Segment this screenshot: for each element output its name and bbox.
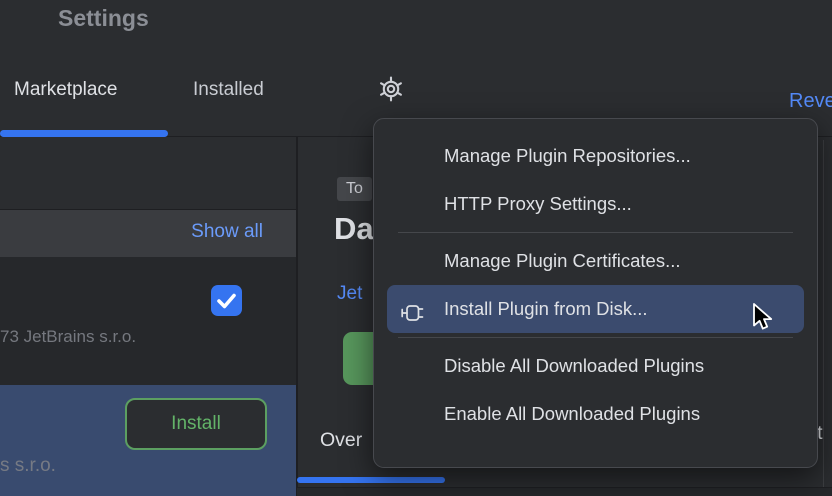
plugin-vendor-link[interactable]: Jet: [337, 283, 362, 305]
plugin-checkbox[interactable]: [211, 285, 242, 316]
panel-vertical-divider: [296, 137, 298, 496]
show-all-link[interactable]: Show all: [191, 221, 263, 243]
plugin-detail-title: Da: [334, 211, 374, 247]
gear-dropdown-menu: Manage Plugin Repositories... HTTP Proxy…: [373, 118, 818, 468]
show-all-row[interactable]: Show all: [0, 210, 296, 257]
menu-separator: [398, 337, 793, 338]
settings-window: Settings Marketplace Installed Reve Show…: [0, 0, 832, 496]
plugin-tag-badge[interactable]: To: [337, 177, 372, 201]
menu-item-manage-plugin-certificates[interactable]: Manage Plugin Certificates...: [374, 237, 817, 285]
menu-item-enable-all-downloaded[interactable]: Enable All Downloaded Plugins: [374, 390, 817, 438]
menu-item-install-plugin-from-disk[interactable]: Install Plugin from Disk...: [387, 285, 804, 333]
tab-overview[interactable]: Over: [320, 429, 362, 452]
menu-item-label: Install Plugin from Disk...: [444, 298, 648, 319]
overview-tab-underline: [297, 477, 445, 483]
tab-installed[interactable]: Installed: [193, 79, 264, 101]
menu-item-http-proxy-settings[interactable]: HTTP Proxy Settings...: [374, 180, 817, 228]
revert-link[interactable]: Reve: [789, 90, 832, 113]
mouse-cursor: [752, 303, 778, 333]
gear-icon[interactable]: [376, 74, 406, 104]
check-icon: [211, 285, 242, 316]
marketplace-tab-underline: [0, 130, 168, 137]
page-title: Settings: [58, 5, 149, 32]
plugin-list-item[interactable]: 73 JetBrains s.r.o.: [0, 257, 296, 385]
menu-item-disable-all-downloaded[interactable]: Disable All Downloaded Plugins: [374, 342, 817, 390]
selected-plugin-row[interactable]: Install s s.r.o.: [0, 385, 296, 496]
menu-item-manage-plugin-repositories[interactable]: Manage Plugin Repositories...: [374, 132, 817, 180]
plugin-vendor-text: 73 JetBrains s.r.o.: [0, 327, 136, 347]
plug-icon: [399, 296, 425, 322]
install-button[interactable]: Install: [125, 398, 267, 450]
plugin-vendor-text-2: s s.r.o.: [0, 455, 56, 477]
tab-marketplace[interactable]: Marketplace: [14, 79, 118, 101]
menu-separator: [398, 232, 793, 233]
detail-scrollbar[interactable]: [823, 140, 824, 487]
bottom-strip: [297, 488, 832, 496]
